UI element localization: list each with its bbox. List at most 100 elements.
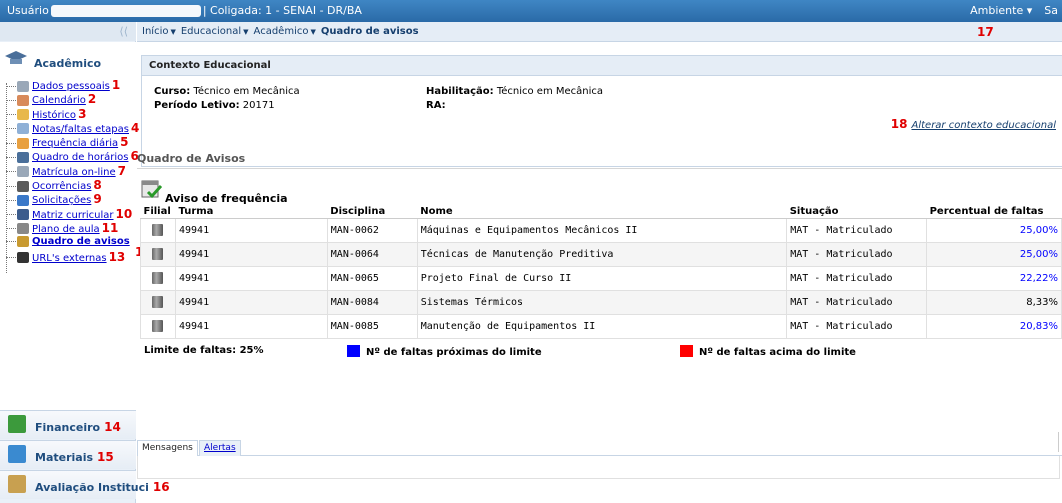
academico-panel: Acadêmico Dados pessoais 1 Calendário 2 Hist…: [0, 42, 139, 428]
tab-alertas[interactable]: Alertas: [199, 440, 241, 456]
tree-connector: [6, 257, 16, 259]
disciplina-cell: MAN-0085: [326, 313, 418, 339]
filial-cell: [140, 241, 176, 267]
menu-item-icon: [17, 151, 29, 163]
ra-field: RA:: [426, 100, 509, 111]
ra-label: RA:: [426, 100, 446, 111]
percentual-cell: 25,00%: [926, 241, 1062, 267]
sidebar-item[interactable]: Histórico 3: [6, 107, 134, 121]
column-header: Nome: [417, 205, 787, 219]
tree-connector: [6, 142, 16, 144]
sidebar-item[interactable]: Quadro de avisos: [6, 235, 134, 249]
disciplina-cell: MAN-0065: [326, 265, 418, 291]
book-icon[interactable]: [152, 296, 164, 308]
table-row[interactable]: 49941 MAN-0085 Manutenção de Equipamentos …: [140, 313, 1062, 339]
book-icon[interactable]: [152, 224, 164, 236]
sidebar-item[interactable]: Dados pessoais 1: [6, 78, 134, 92]
percentual-cell: 22,22%: [926, 265, 1062, 291]
sidebar-item-label[interactable]: Matrícula on-line: [32, 167, 116, 178]
caret-down-icon[interactable]: ▼: [243, 28, 248, 36]
sidebar-item-label[interactable]: Dados pessoais: [32, 81, 110, 92]
academico-header[interactable]: Acadêmico: [4, 50, 132, 72]
academico-title: Acadêmico: [34, 57, 102, 70]
menu-item-icon: [17, 252, 29, 264]
financeiro-section[interactable]: Financeiro 14: [0, 410, 136, 439]
ambiente-menu[interactable]: Ambiente ▾: [970, 4, 1032, 17]
sidebar-item-label[interactable]: Ocorrências: [32, 181, 91, 192]
table-row[interactable]: 49941 MAN-0065 Projeto Final de Curso II MA…: [140, 265, 1062, 291]
annotation-number: 1: [111, 78, 121, 92]
sidebar-item[interactable]: URL's externas 13: [6, 250, 134, 264]
annotation-number: 13: [108, 249, 126, 264]
sidebar-item-label[interactable]: Calendário: [32, 95, 86, 106]
percentual-cell: 8,33%: [926, 289, 1062, 315]
book-icon[interactable]: [152, 320, 164, 332]
turma-cell: 49941: [174, 289, 328, 315]
turma-cell: 49941: [174, 217, 328, 243]
table-row[interactable]: 49941 MAN-0064 Técnicas de Manutenção Pred…: [140, 241, 1062, 267]
calendar-check-icon: [141, 180, 162, 199]
caret-down-icon[interactable]: ▼: [170, 28, 175, 36]
breadcrumb-academico[interactable]: Acadêmico: [254, 26, 309, 37]
menu-item-icon: [17, 123, 29, 135]
book-icon[interactable]: [152, 248, 164, 260]
sidebar-item[interactable]: Notas/faltas etapas 4: [6, 121, 139, 135]
curso-field: Curso: Técnico em Mecânica: [154, 86, 300, 97]
sidebar-item[interactable]: Quadro de horários 6: [6, 149, 139, 163]
tree-connector: [6, 199, 16, 201]
column-header: Filial: [140, 205, 176, 219]
sidebar-item[interactable]: Calendário 2: [6, 92, 134, 106]
caret-down-icon[interactable]: ▼: [310, 28, 315, 36]
habilitacao-field: Habilitação: Técnico em Mecânica: [426, 86, 603, 97]
book-icon[interactable]: [152, 272, 164, 284]
sidebar-item[interactable]: Ocorrências 8: [6, 178, 134, 192]
annotation-number: 3: [78, 106, 87, 121]
sidebar-item[interactable]: Matriz curricular 10: [6, 207, 134, 221]
menu-item-icon: [17, 180, 29, 192]
sidebar-item-label[interactable]: Frequência diária: [32, 138, 118, 149]
annotation-number: 10: [115, 206, 133, 221]
habilitacao-value: Técnico em Mecânica: [496, 86, 604, 97]
column-header: Percentual de faltas: [926, 205, 1062, 219]
sidebar-item-label[interactable]: Plano de aula: [32, 224, 100, 235]
alterar-contexto-link[interactable]: Alterar contexto educacional: [912, 120, 1057, 131]
disciplina-cell: MAN-0062: [326, 217, 418, 243]
sidebar-item[interactable]: Frequência diária 5: [6, 135, 134, 149]
column-header: Situação: [786, 205, 927, 219]
collapse-sidebar-button[interactable]: ⟨⟨: [0, 22, 136, 41]
periodo-field: Período Letivo: 20171: [154, 100, 275, 111]
sidebar-item-label[interactable]: Solicitações: [32, 195, 91, 206]
sidebar-item[interactable]: Plano de aula 11: [6, 221, 134, 235]
sidebar-item[interactable]: Matrícula on-line 7: [6, 164, 134, 178]
tree-connector: [6, 114, 16, 116]
sidebar-item-label[interactable]: Histórico: [32, 110, 76, 121]
annotation-number: 5: [120, 135, 129, 150]
legend-blue-label: Nº de faltas próximas do limite: [366, 347, 542, 358]
sidebar-item[interactable]: Solicitações 9: [6, 192, 134, 206]
contexto-title: Contexto Educacional: [142, 56, 1062, 76]
materiais-section[interactable]: Materiais 15: [0, 440, 136, 469]
money-icon: [8, 415, 26, 433]
avisos-table: Filial Turma Disciplina Nome Situação Percent…: [140, 205, 1062, 339]
sidebar-item-label[interactable]: URL's externas: [32, 253, 107, 264]
breadcrumb-educacional[interactable]: Educacional: [181, 26, 241, 37]
tab-mensagens[interactable]: Mensagens: [137, 440, 198, 456]
tree-connector: [6, 99, 16, 101]
annotation-15: 15: [97, 450, 114, 464]
sair-link[interactable]: Sa: [1044, 4, 1058, 17]
annotation-17: 17: [977, 25, 994, 39]
breadcrumb-inicio[interactable]: Início: [142, 26, 168, 37]
periodo-value: 20171: [242, 100, 275, 111]
sidebar-item-label[interactable]: Quadro de horários: [32, 152, 128, 163]
sidebar-item-label[interactable]: Matriz curricular: [32, 210, 114, 221]
sidebar-item-label[interactable]: Notas/faltas etapas: [32, 124, 129, 135]
main-content: Início ▼ Educacional ▼ Acadêmico ▼ Quadro de a…: [135, 22, 1062, 503]
table-row[interactable]: 49941 MAN-0062 Máquinas e Equipamentos Mec…: [140, 217, 1062, 243]
avaliacao-label: Avaliação Instituci: [35, 481, 149, 494]
annotation-number: 8: [93, 178, 102, 193]
sidebar-item-label[interactable]: Quadro de avisos: [32, 236, 130, 247]
avaliacao-section[interactable]: Avaliação Instituci 16: [0, 470, 170, 499]
situacao-cell: MAT - Matriculado: [786, 265, 928, 291]
table-row[interactable]: 49941 MAN-0084 Sistemas Térmicos MAT - Matr…: [140, 289, 1062, 315]
financeiro-label: Financeiro: [35, 421, 101, 434]
